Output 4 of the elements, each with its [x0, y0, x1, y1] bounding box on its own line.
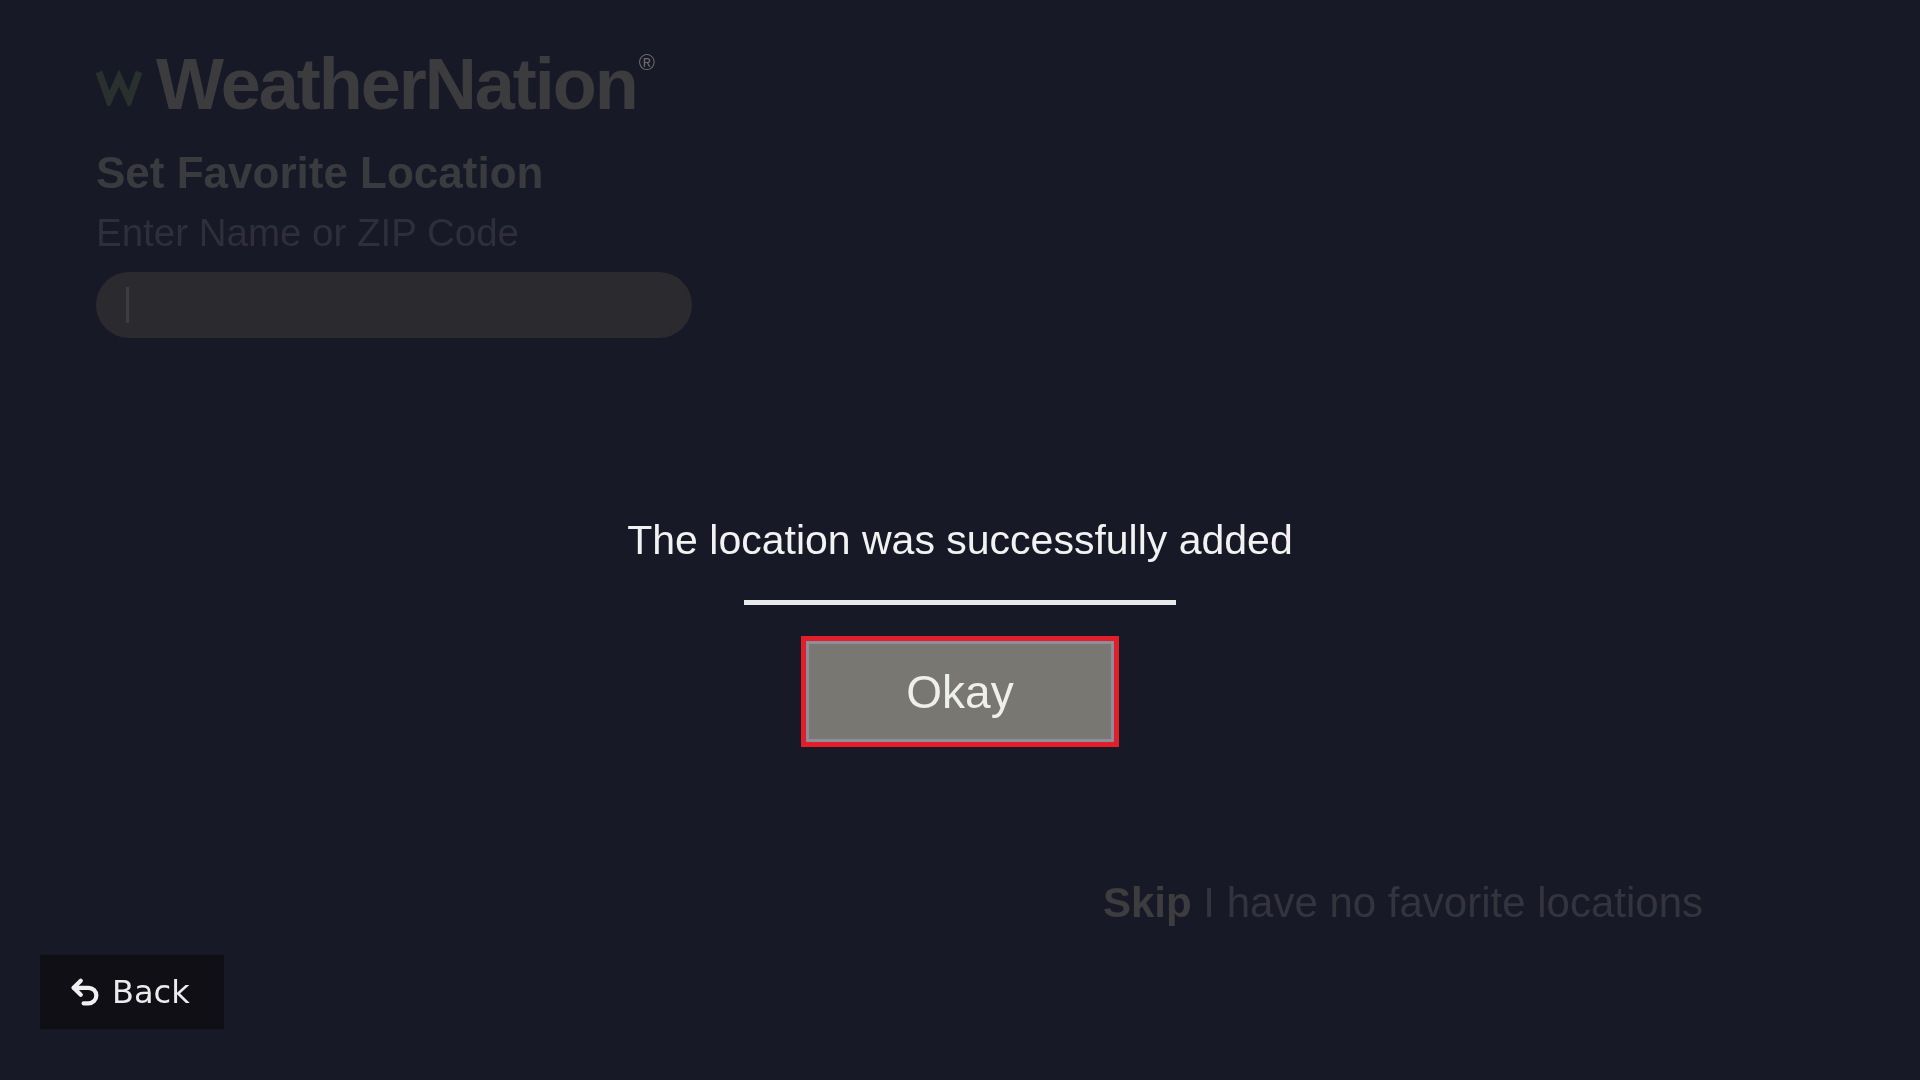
okay-button[interactable]: Okay	[801, 636, 1119, 747]
back-button[interactable]: Back	[40, 955, 224, 1029]
registered-mark: ®	[638, 52, 655, 74]
dialog-message: The location was successfully added	[627, 516, 1293, 564]
